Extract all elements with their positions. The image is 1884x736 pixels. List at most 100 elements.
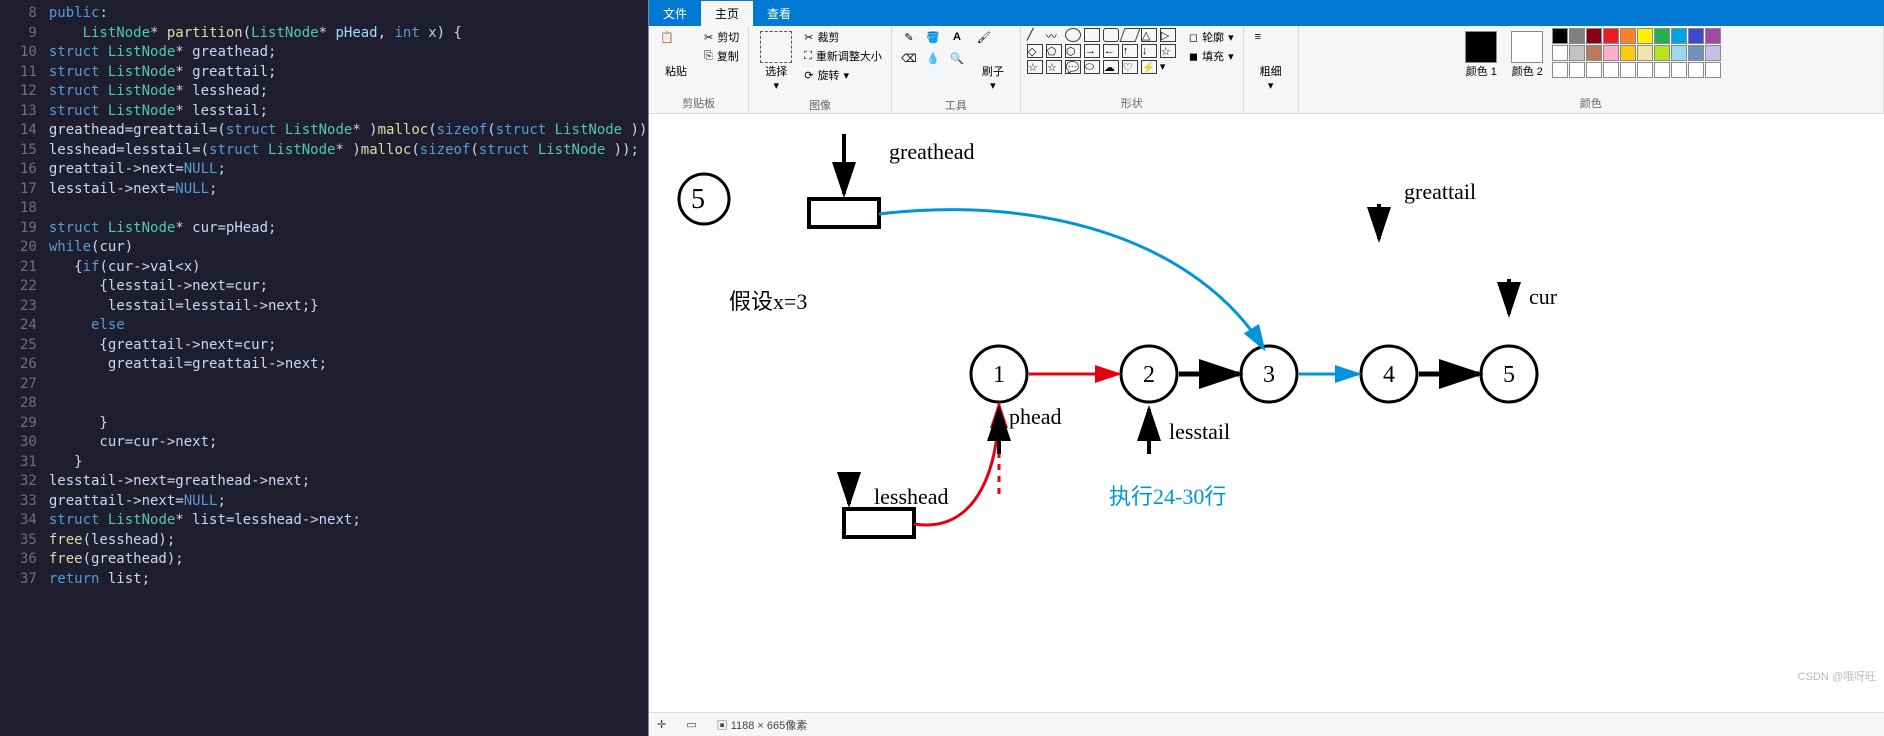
color-swatch[interactable] — [1705, 62, 1721, 78]
paste-button[interactable]: 📋 粘贴 — [655, 28, 697, 82]
color-swatch[interactable] — [1671, 62, 1687, 78]
exec-label: 执行24-30行 — [1109, 479, 1226, 511]
picker-icon[interactable]: 💧 — [922, 49, 944, 68]
color-swatch[interactable] — [1637, 62, 1653, 78]
resize-icon: ⛶ — [804, 50, 812, 63]
scissors-icon: ✂ — [704, 31, 713, 44]
canvas-size: ▣ 1188 × 665像素 — [717, 717, 808, 733]
drawing: 1 2 3 4 5 — [649, 114, 1884, 712]
select-button[interactable]: 选择▾ — [755, 28, 797, 95]
color1-swatch — [1465, 31, 1497, 63]
color-swatch[interactable] — [1620, 62, 1636, 78]
zoom-icon[interactable]: 🔍 — [946, 49, 968, 68]
color-swatch[interactable] — [1603, 28, 1619, 44]
stroke-icon: ≡ — [1255, 31, 1287, 63]
color-swatch[interactable] — [1688, 28, 1704, 44]
group-stroke: ≡ 粗细▾ — [1244, 26, 1299, 113]
tab-view[interactable]: 查看 — [753, 1, 805, 26]
clipboard-icon: 📋 — [660, 31, 692, 63]
greathead-label: greathead — [889, 139, 975, 165]
copy-icon: ⎘ — [704, 50, 713, 63]
color-swatch[interactable] — [1620, 45, 1636, 61]
group-colors: 颜色 1 颜色 2 颜色 — [1299, 26, 1884, 113]
assume-label: 假设x=3 — [729, 284, 807, 316]
color-swatch[interactable] — [1705, 45, 1721, 61]
watermark: CSDN @哦呀旺 — [1798, 668, 1876, 684]
color-palette — [1552, 28, 1721, 78]
brush-icon: 🖌 — [977, 31, 1009, 63]
lesshead-label: lesshead — [874, 484, 949, 510]
group-clipboard: 📋 粘贴 ✂剪切 ⎘复制 剪贴板 — [649, 26, 749, 113]
color-swatch[interactable] — [1688, 62, 1704, 78]
color-swatch[interactable] — [1603, 45, 1619, 61]
color-swatch[interactable] — [1705, 28, 1721, 44]
resize-button[interactable]: ⛶重新调整大小 — [801, 47, 885, 65]
cur-label: cur — [1529, 284, 1557, 310]
lesstail-label: lesstail — [1169, 419, 1230, 445]
color-swatch[interactable] — [1620, 28, 1636, 44]
text-icon[interactable]: A — [946, 28, 968, 47]
cursor-pos-icon: ✛ — [657, 718, 666, 731]
color-swatch[interactable] — [1637, 45, 1653, 61]
tab-home[interactable]: 主页 — [701, 1, 753, 26]
paint-tabs: 文件 主页 查看 — [649, 0, 1884, 26]
ribbon: 📋 粘贴 ✂剪切 ⎘复制 剪贴板 选择▾ ✂裁剪 ⛶重新调整大小 — [649, 26, 1884, 114]
color-swatch[interactable] — [1688, 45, 1704, 61]
phead-label: phead — [1009, 404, 1062, 430]
selection-icon: ▭ — [686, 718, 696, 731]
color-swatch[interactable] — [1552, 45, 1568, 61]
svg-text:4: 4 — [1383, 362, 1395, 388]
eraser-icon[interactable]: ⌫ — [898, 49, 920, 68]
svg-text:2: 2 — [1143, 362, 1155, 388]
group-shapes: ╱〰△▷ ◇⬠⬡→←↑↓☆ ☆☆💬⬭☁♡⚡▾ ◻轮廓▾ ◼填充▾ 形状 — [1021, 26, 1244, 113]
crop-button[interactable]: ✂裁剪 — [801, 28, 885, 46]
color-swatch[interactable] — [1586, 45, 1602, 61]
svg-text:3: 3 — [1263, 362, 1275, 388]
brush-button[interactable]: 🖌 刷子▾ — [972, 28, 1014, 95]
color2-swatch — [1511, 31, 1543, 63]
svg-text:1: 1 — [993, 362, 1005, 388]
group-tools: ✎ 🪣 A ⌫ 💧 🔍 🖌 刷子▾ 工具 — [892, 26, 1021, 113]
outline-button[interactable]: ◻轮廓▾ — [1186, 28, 1237, 46]
svg-text:5: 5 — [1503, 362, 1515, 388]
color-swatch[interactable] — [1654, 28, 1670, 44]
group-image: 选择▾ ✂裁剪 ⛶重新调整大小 ⟳旋转▾ 图像 — [749, 26, 892, 113]
copy-button[interactable]: ⎘复制 — [701, 47, 742, 65]
color-swatch[interactable] — [1637, 28, 1653, 44]
color-swatch[interactable] — [1671, 28, 1687, 44]
rotate-icon: ⟳ — [804, 69, 813, 82]
color-swatch[interactable] — [1552, 28, 1568, 44]
bucket-icon[interactable]: 🪣 — [922, 28, 944, 47]
tab-file[interactable]: 文件 — [649, 1, 701, 26]
fill-icon: ◼ — [1189, 50, 1198, 63]
color-swatch[interactable] — [1586, 28, 1602, 44]
select-icon — [760, 31, 792, 63]
color-swatch[interactable] — [1569, 45, 1585, 61]
step-label: 5 — [691, 184, 705, 216]
greattail-label: greattail — [1404, 179, 1476, 205]
stroke-button[interactable]: ≡ 粗细▾ — [1250, 28, 1292, 95]
canvas[interactable]: 1 2 3 4 5 5 greathead greattail cur 假设x=3 — [649, 114, 1884, 712]
crop-icon: ✂ — [804, 31, 813, 44]
pencil-icon[interactable]: ✎ — [898, 28, 920, 47]
code-editor[interactable]: 8910111213141516171819202122232425262728… — [0, 0, 648, 736]
color-swatch[interactable] — [1569, 62, 1585, 78]
color1-button[interactable]: 颜色 1 — [1460, 28, 1502, 82]
outline-icon: ◻ — [1189, 31, 1198, 44]
color-swatch[interactable] — [1603, 62, 1619, 78]
code-body[interactable]: public: ListNode* partition(ListNode* pH… — [49, 0, 648, 736]
rotate-button[interactable]: ⟳旋转▾ — [801, 66, 885, 84]
color-swatch[interactable] — [1569, 28, 1585, 44]
fill-button[interactable]: ◼填充▾ — [1186, 47, 1237, 65]
color-swatch[interactable] — [1671, 45, 1687, 61]
color-swatch[interactable] — [1654, 62, 1670, 78]
color-swatch[interactable] — [1552, 62, 1568, 78]
cut-button[interactable]: ✂剪切 — [701, 28, 742, 46]
paint-app: 文件 主页 查看 📋 粘贴 ✂剪切 ⎘复制 剪贴板 选择▾ — [648, 0, 1884, 736]
line-gutter: 8910111213141516171819202122232425262728… — [0, 0, 49, 736]
shapes-gallery[interactable]: ╱〰△▷ ◇⬠⬡→←↑↓☆ ☆☆💬⬭☁♡⚡▾ — [1027, 28, 1182, 74]
status-bar: ✛ ▭ ▣ 1188 × 665像素 — [649, 712, 1884, 736]
color-swatch[interactable] — [1654, 45, 1670, 61]
color2-button[interactable]: 颜色 2 — [1506, 28, 1548, 82]
color-swatch[interactable] — [1586, 62, 1602, 78]
